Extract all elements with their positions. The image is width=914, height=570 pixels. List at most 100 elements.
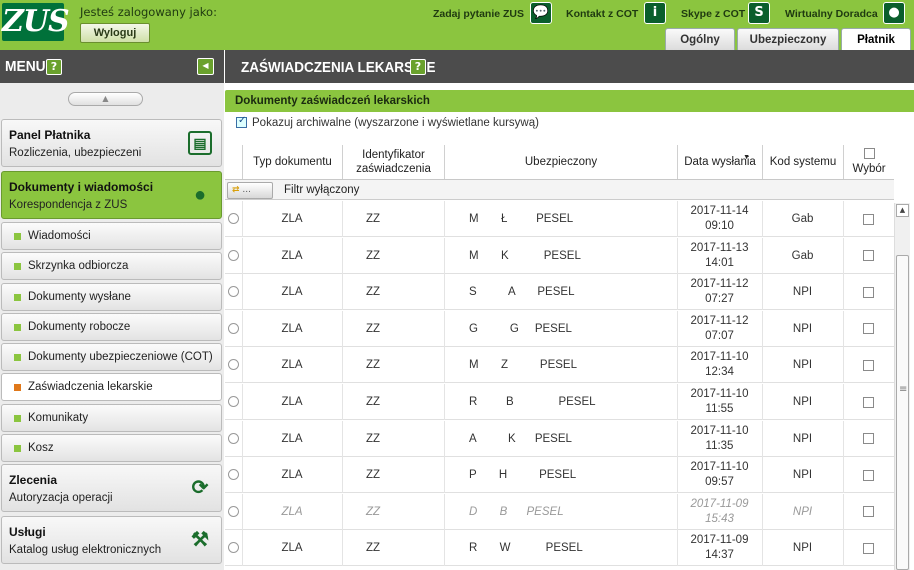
row-checkbox[interactable] bbox=[863, 433, 874, 445]
row-checkbox[interactable] bbox=[863, 396, 874, 408]
cell-wybor bbox=[843, 421, 894, 457]
archive-checkbox[interactable] bbox=[236, 115, 247, 129]
row-radio[interactable] bbox=[228, 505, 239, 517]
virtual-advisor-link[interactable]: Wirtualny Doradca bbox=[785, 8, 878, 20]
section-uslugi[interactable]: Usługi Katalog usług elektronicznych ⚒ bbox=[1, 516, 222, 564]
sidebar-item-cot[interactable]: Dokumenty ubezpieczeniowe (COT) bbox=[1, 343, 222, 371]
sidebar-item-kosz[interactable]: Kosz bbox=[1, 434, 222, 462]
col-divider bbox=[444, 420, 445, 457]
row-radio[interactable] bbox=[228, 249, 239, 261]
row-checkbox[interactable] bbox=[863, 286, 874, 298]
col-divider bbox=[342, 347, 343, 384]
row-checkbox[interactable] bbox=[863, 469, 874, 481]
row-radio[interactable] bbox=[228, 322, 239, 334]
column-data[interactable]: Data wysłania ▼ bbox=[677, 145, 762, 179]
sidebar-item-wyslane[interactable]: Dokumenty wysłane bbox=[1, 283, 222, 311]
scroll-up-icon[interactable]: ▲ bbox=[896, 204, 909, 217]
row-radio[interactable] bbox=[228, 542, 239, 554]
cell-id: ZZ bbox=[366, 359, 381, 372]
column-kod[interactable]: Kod systemu bbox=[762, 145, 843, 179]
row-radio[interactable] bbox=[228, 213, 239, 224]
user-icon[interactable]: ● bbox=[883, 2, 905, 24]
col-divider bbox=[342, 201, 343, 237]
help-icon[interactable]: ? bbox=[46, 59, 62, 75]
collapse-menu-icon[interactable]: ◀ bbox=[197, 58, 214, 75]
tab-ogolny[interactable]: Ogólny bbox=[665, 28, 735, 50]
cell-id: ZZ bbox=[366, 396, 381, 408]
bullet-icon bbox=[14, 233, 21, 240]
section-zlecenia[interactable]: Zlecenia Autoryzacja operacji ⟳ bbox=[1, 464, 222, 512]
menu-scroll-up-button[interactable]: ▲ bbox=[68, 92, 143, 106]
row-radio[interactable] bbox=[228, 396, 239, 407]
table-row[interactable]: ZLA ZZ S A PESEL 2017-11-12 07:27 NPI bbox=[225, 274, 894, 311]
column-ubezpieczony[interactable]: Ubezpieczony bbox=[444, 145, 677, 179]
sidebar-item-wiadomosci[interactable]: Wiadomości bbox=[1, 222, 222, 250]
cell-date: 2017-11-09 bbox=[690, 497, 749, 510]
row-checkbox[interactable] bbox=[863, 506, 874, 518]
row-radio[interactable] bbox=[228, 469, 239, 481]
table-row[interactable]: ZLA ZZ M Z PESEL 2017-11-10 12:34 NPI bbox=[225, 347, 894, 384]
cell-time: 11:55 bbox=[705, 403, 734, 415]
table-row[interactable]: ZLA ZZ A K PESEL 2017-11-10 11:35 NPI bbox=[225, 420, 894, 457]
section-dokumenty[interactable]: Dokumenty i wiadomości Korespondencja z … bbox=[1, 171, 222, 219]
sidebar-item-robocze[interactable]: Dokumenty robocze bbox=[1, 313, 222, 341]
skype-cot-link[interactable]: Skype z COT bbox=[681, 8, 745, 20]
info-icon[interactable]: i bbox=[644, 2, 666, 24]
sidebar-item-skrzynka[interactable]: Skrzynka odbiorcza bbox=[1, 252, 222, 280]
col-divider bbox=[342, 493, 343, 530]
skype-icon[interactable]: S bbox=[748, 2, 770, 24]
select-all-checkbox[interactable] bbox=[863, 148, 875, 159]
table-row[interactable]: ZLA ZZ M K PESEL 2017-11-13 14:01 Gab bbox=[225, 237, 894, 274]
row-radio[interactable] bbox=[228, 432, 239, 444]
sidebar-item-zaswiadczenia[interactable]: Zaświadczenia lekarskie bbox=[1, 373, 222, 401]
col-divider bbox=[762, 420, 763, 457]
col-divider bbox=[242, 493, 243, 530]
cell-data: 2017-11-13 14:01 bbox=[677, 238, 762, 274]
table-row[interactable]: ZLA ZZ P H PESEL 2017-11-10 09:57 NPI bbox=[225, 457, 894, 494]
col-divider bbox=[677, 237, 678, 274]
logout-button[interactable]: Wyloguj bbox=[80, 23, 150, 43]
col-divider bbox=[242, 237, 243, 274]
cell-data: 2017-11-12 07:07 bbox=[677, 311, 762, 347]
row-radio[interactable] bbox=[228, 286, 239, 298]
sidebar-item-komunikaty[interactable]: Komunikaty bbox=[1, 404, 222, 432]
row-checkbox[interactable] bbox=[863, 542, 874, 554]
tab-ubezpieczony[interactable]: Ubezpieczony bbox=[737, 28, 839, 50]
row-checkbox[interactable] bbox=[863, 250, 874, 262]
col-divider bbox=[677, 530, 678, 567]
top-header: ZUS Jesteś zalogowany jako: Wyloguj Zada… bbox=[0, 0, 914, 50]
tab-platnik[interactable]: Płatnik bbox=[841, 28, 911, 50]
col-divider bbox=[843, 384, 844, 420]
table-row[interactable]: ZLA ZZ D B PESEL 2017-11-09 15:43 NPI bbox=[225, 493, 894, 530]
cell-wybor bbox=[843, 457, 894, 493]
zus-logo[interactable]: ZUS bbox=[2, 3, 70, 41]
archive-toggle[interactable]: Pokazuj archiwalne (wyszarzone i wyświet… bbox=[236, 115, 539, 129]
chat-icon[interactable]: 💬 bbox=[530, 2, 552, 24]
help-icon[interactable]: ? bbox=[410, 59, 426, 75]
row-radio[interactable] bbox=[228, 359, 239, 371]
section-panel-platnika[interactable]: Panel Płatnika Rozliczenia, ubezpieczeni… bbox=[1, 119, 222, 167]
filter-button[interactable]: ⇄ ... bbox=[227, 182, 273, 199]
table-row[interactable]: ZLA ZZ M Ł PESEL 2017-11-14 09:10 Gab bbox=[225, 201, 894, 237]
col-divider bbox=[843, 201, 844, 237]
column-wybor[interactable]: Wybór bbox=[843, 145, 894, 179]
contact-cot-link[interactable]: Kontakt z COT bbox=[566, 8, 638, 20]
cell-time: 11:35 bbox=[705, 439, 734, 452]
cell-typ: ZLA bbox=[281, 542, 303, 555]
scrollbar-thumb[interactable] bbox=[896, 255, 909, 570]
cell-kod: NPI bbox=[792, 322, 813, 335]
col-divider bbox=[444, 384, 445, 420]
table-row[interactable]: ZLA ZZ G G PESEL 2017-11-12 07:07 NPI bbox=[225, 310, 894, 347]
column-typ[interactable]: Typ dokumentu bbox=[242, 145, 342, 179]
table-row[interactable]: ZLA ZZ R W PESEL 2017-11-09 14:37 NPI bbox=[225, 530, 894, 567]
cell-date: 2017-11-10 bbox=[690, 388, 749, 400]
row-checkbox[interactable] bbox=[863, 323, 874, 335]
sort-desc-icon[interactable]: ▼ bbox=[743, 151, 750, 165]
table-row[interactable]: ZLA ZZ R B PESEL 2017-11-10 11:55 NPI bbox=[225, 384, 894, 420]
ask-zus-link[interactable]: Zadaj pytanie ZUS bbox=[433, 8, 524, 20]
row-checkbox[interactable] bbox=[863, 359, 874, 371]
col-divider bbox=[762, 457, 763, 494]
column-identyfikator[interactable]: Identyfikator zaświadczenia bbox=[342, 145, 444, 179]
row-checkbox[interactable] bbox=[863, 213, 874, 225]
table-scrollbar[interactable]: ▲ bbox=[894, 203, 910, 570]
